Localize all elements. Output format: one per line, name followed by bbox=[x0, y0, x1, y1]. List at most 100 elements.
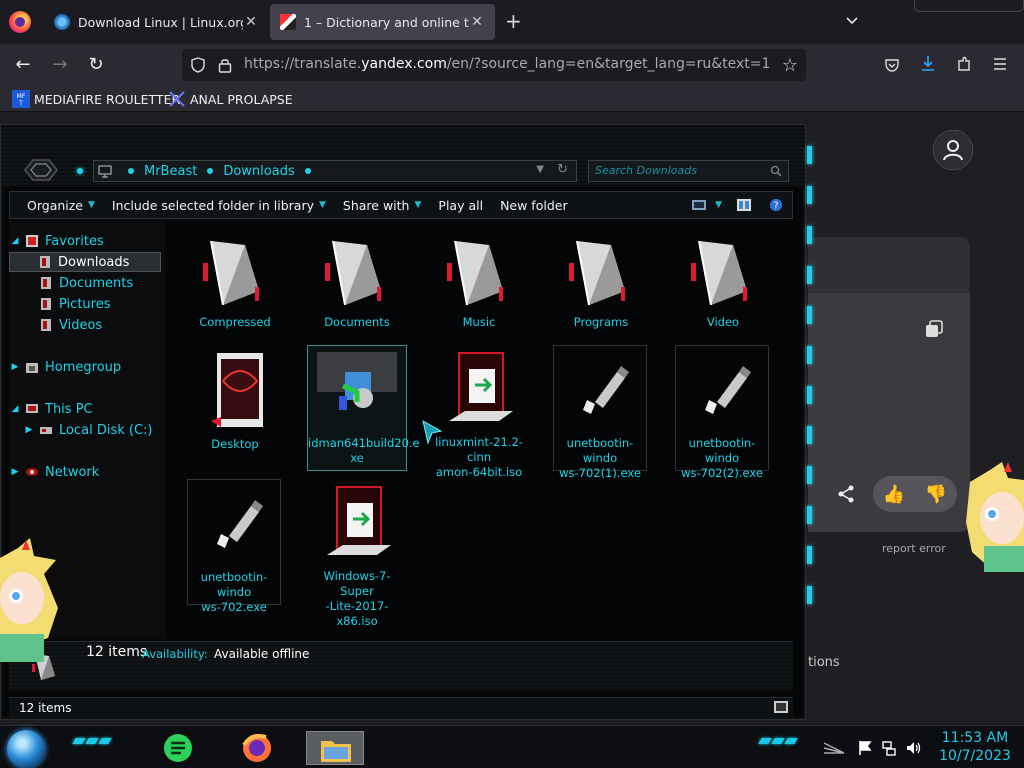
expand-arrow-icon[interactable]: ▶ bbox=[9, 467, 21, 477]
tab-linux-org[interactable]: Download Linux | Linux.org ✕ bbox=[44, 4, 269, 40]
nav-favorites[interactable]: ◢ Favorites bbox=[9, 231, 104, 251]
bookmark-label: MEDIAFIRE ROULETTER bbox=[34, 91, 181, 107]
file-item[interactable]: unetbootin-windo ws-702(1).exe bbox=[553, 345, 647, 480]
clock-time: 11:53 AM bbox=[941, 730, 1009, 746]
item-label: Documents bbox=[324, 315, 390, 329]
item-label: Programs bbox=[573, 315, 629, 329]
taskbar-app-notes[interactable] bbox=[150, 731, 208, 765]
start-orb-icon[interactable] bbox=[7, 730, 45, 768]
action-center-flag-icon[interactable] bbox=[857, 740, 873, 756]
bookmark-star-icon[interactable]: ☆ bbox=[782, 55, 798, 76]
new-folder-button[interactable]: New folder bbox=[500, 198, 568, 213]
breadcrumb-separator-icon bbox=[304, 168, 311, 174]
nav-downloads[interactable]: Downloads bbox=[9, 252, 161, 272]
nav-label: Network bbox=[45, 464, 100, 480]
back-forward-orb-icon[interactable] bbox=[23, 158, 59, 182]
show-hidden-icons-icon[interactable] bbox=[822, 741, 846, 755]
tab-yandex-translate[interactable]: 1 – Dictionary and online transl ✕ bbox=[270, 4, 495, 40]
downloads-icon[interactable] bbox=[920, 55, 936, 73]
file-item[interactable]: linuxmint-21.2-cinn amon-64bit.iso bbox=[429, 351, 529, 480]
item-label-line2: amon-64bit.iso bbox=[435, 465, 523, 479]
new-tab-plus-icon[interactable]: + bbox=[505, 11, 522, 31]
bookmark-mediafire[interactable]: MF T MEDIAFIRE ROULETTER bbox=[12, 90, 180, 108]
nav-pictures[interactable]: Pictures bbox=[9, 294, 110, 314]
taskbar-app-firefox[interactable] bbox=[228, 731, 286, 765]
breadcrumb-downloads[interactable]: Downloads bbox=[223, 164, 294, 179]
expand-arrow-icon[interactable]: ▶ bbox=[9, 362, 21, 372]
chevron-down-icon[interactable]: ▼ bbox=[715, 200, 722, 210]
taskbar-accent-right bbox=[758, 738, 798, 746]
close-tab-icon[interactable]: ✕ bbox=[243, 14, 259, 30]
volume-icon[interactable] bbox=[905, 740, 921, 756]
play-all-button[interactable]: Play all bbox=[438, 198, 483, 213]
copy-icon[interactable] bbox=[925, 320, 943, 338]
item-label-line1: unetbootin-windo bbox=[200, 570, 268, 599]
file-item[interactable]: Windows-7-Super -Lite-2017-x86.iso bbox=[307, 485, 407, 629]
preview-pane-icon[interactable] bbox=[736, 198, 752, 212]
file-item[interactable]: unetbootin-windo ws-702(2).exe bbox=[675, 345, 769, 480]
navigation-toolbar: ← → ↻ https://translate.yandex.com/en/?s… bbox=[0, 44, 1024, 86]
system-clock[interactable]: 11:53 AM 10/7/2023 bbox=[933, 729, 1017, 765]
nav-homegroup[interactable]: ▶ Homegroup bbox=[9, 357, 122, 377]
reload-icon[interactable]: ↻ bbox=[85, 54, 107, 76]
folder-item[interactable]: Music bbox=[429, 235, 529, 330]
chevron-down-icon[interactable] bbox=[845, 13, 859, 27]
network-icon[interactable] bbox=[881, 740, 897, 756]
file-item-selected[interactable]: idman641build20.e xe bbox=[307, 345, 420, 471]
play-label: Play all bbox=[438, 197, 484, 213]
svg-text:T: T bbox=[18, 100, 23, 107]
url-bar[interactable]: https://translate.yandex.com/en/?source_… bbox=[182, 49, 806, 81]
expand-arrow-icon[interactable]: ◢ bbox=[9, 404, 21, 414]
report-error-link[interactable]: report error bbox=[882, 542, 946, 555]
change-view-icon[interactable] bbox=[691, 198, 707, 212]
organize-button[interactable]: Organize ▼ bbox=[27, 198, 95, 213]
folder-item[interactable]: Video bbox=[673, 235, 773, 330]
menu-hamburger-icon[interactable] bbox=[992, 57, 1008, 71]
status-item-count: 12 items bbox=[19, 701, 72, 715]
bookmarks-toolbar: MF T MEDIAFIRE ROULETTER ANAL PROLAPSE bbox=[0, 86, 1024, 112]
folder-item[interactable]: Desktop bbox=[185, 351, 285, 452]
lock-icon[interactable] bbox=[218, 57, 232, 73]
new-folder-label: New folder bbox=[500, 197, 568, 213]
taskbar-app-file-explorer[interactable] bbox=[306, 731, 364, 765]
breadcrumb-mrbeast[interactable]: MrBeast bbox=[144, 164, 197, 179]
expand-arrow-icon[interactable]: ◢ bbox=[9, 236, 21, 246]
taskbar-accent-left bbox=[72, 738, 112, 746]
nav-documents[interactable]: Documents bbox=[9, 273, 133, 293]
nav-this-pc[interactable]: ◢ This PC bbox=[9, 399, 93, 419]
extensions-icon[interactable] bbox=[956, 56, 972, 72]
bookmark-second[interactable]: ANAL PROLAPSE bbox=[168, 90, 293, 108]
firefox-icon[interactable] bbox=[9, 11, 31, 33]
forward-arrow-icon[interactable]: → bbox=[49, 54, 71, 76]
item-label-line2: ws-702(2).exe bbox=[681, 466, 763, 480]
share-with-button[interactable]: Share with ▼ bbox=[343, 198, 422, 213]
expand-arrow-icon[interactable]: ▶ bbox=[23, 425, 35, 435]
chevron-down-icon[interactable]: ▼ bbox=[536, 164, 544, 175]
folder-item[interactable]: Documents bbox=[307, 235, 407, 330]
thumbs-down-icon[interactable]: 👎 bbox=[925, 484, 947, 505]
shield-icon[interactable] bbox=[190, 57, 206, 73]
include-in-library-button[interactable]: Include selected folder in library ▼ bbox=[112, 198, 326, 213]
close-tab-icon[interactable]: ✕ bbox=[469, 14, 485, 30]
nav-local-disk[interactable]: ▶ Local Disk (C:) bbox=[9, 420, 153, 440]
downloads-folder-icon bbox=[40, 256, 50, 268]
user-avatar-icon[interactable] bbox=[933, 130, 973, 170]
address-bar[interactable]: MrBeast Downloads ▼ ↻ bbox=[93, 160, 577, 182]
back-arrow-icon[interactable]: ← bbox=[12, 54, 34, 76]
share-icon[interactable] bbox=[836, 484, 856, 504]
folder-item[interactable]: Compressed bbox=[185, 235, 285, 330]
nav-network[interactable]: ▶ Network bbox=[9, 462, 100, 482]
url-text: https://translate.yandex.com/en/?source_… bbox=[244, 56, 770, 72]
window-decoration bbox=[914, 0, 1024, 12]
large-icons-view-icon[interactable] bbox=[773, 700, 789, 714]
help-icon[interactable]: ? bbox=[768, 198, 784, 212]
search-icon[interactable] bbox=[770, 165, 782, 177]
nav-label: Pictures bbox=[59, 296, 111, 312]
folder-item[interactable]: Programs bbox=[551, 235, 651, 330]
pocket-icon[interactable] bbox=[884, 57, 900, 73]
file-item[interactable]: unetbootin-windo ws-702.exe bbox=[187, 479, 281, 614]
nav-videos[interactable]: Videos bbox=[9, 315, 102, 335]
thumbs-up-icon[interactable]: 👍 bbox=[883, 484, 905, 505]
refresh-icon[interactable]: ↻ bbox=[557, 162, 568, 177]
search-input[interactable]: Search Downloads bbox=[588, 160, 789, 182]
